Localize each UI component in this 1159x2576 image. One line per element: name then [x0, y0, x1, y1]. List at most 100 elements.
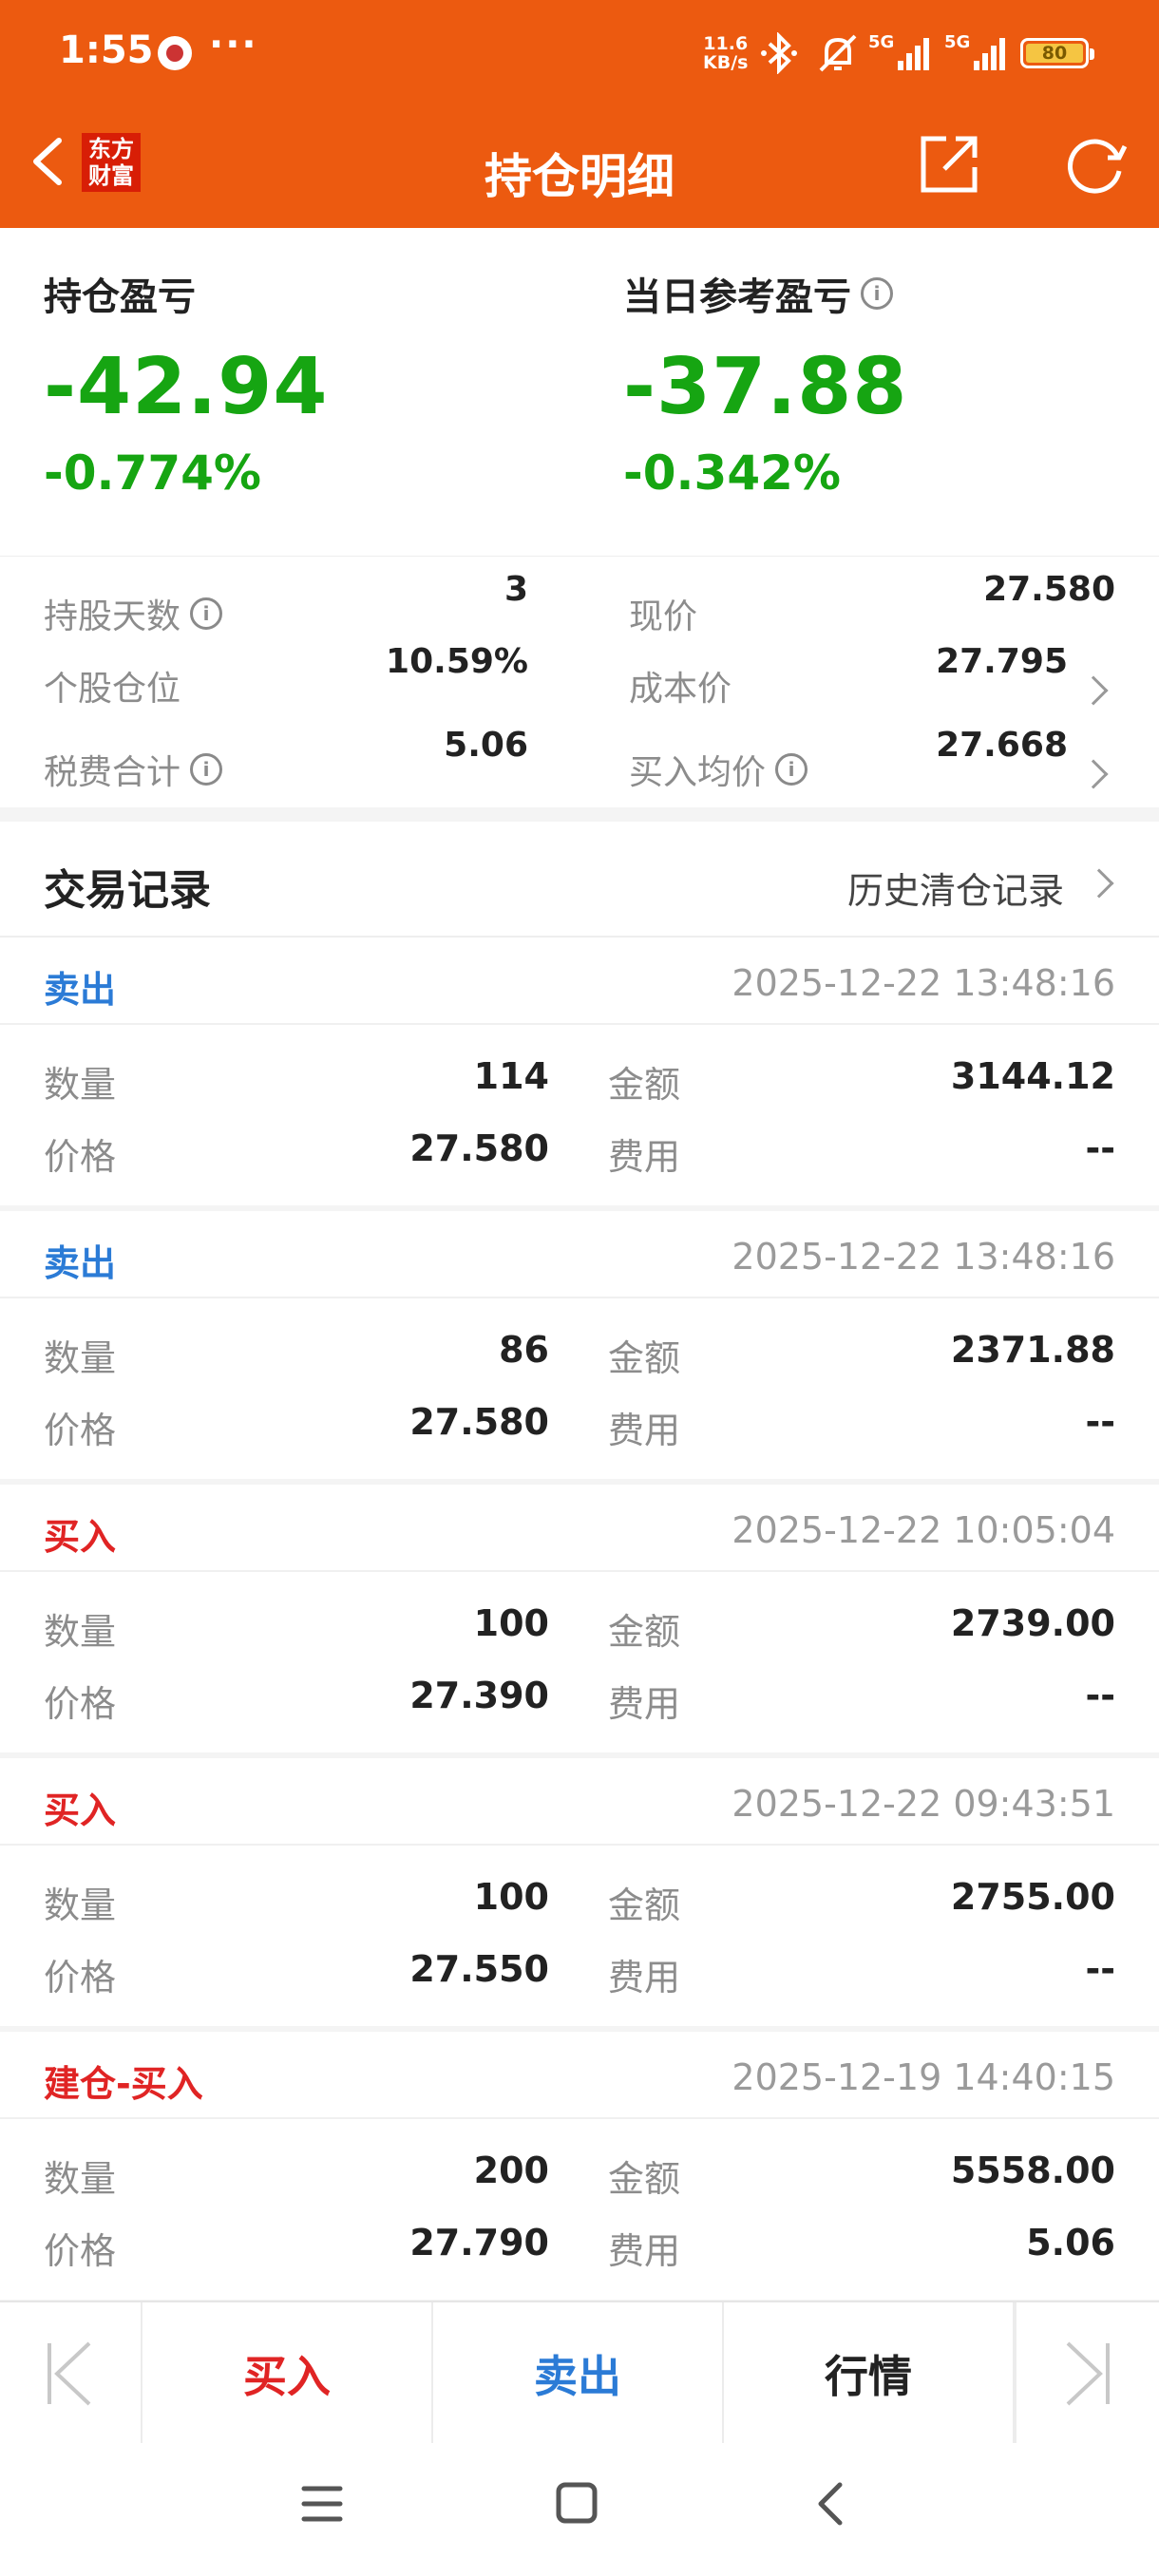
cost-price-row[interactable]: 成本价 — [629, 661, 732, 710]
trade-type: 建仓-买入 — [44, 2063, 203, 2105]
skip-previous-icon — [48, 2341, 91, 2406]
history-clear-link[interactable]: 历史清仓记录 — [847, 862, 1064, 914]
prev-stock-button[interactable] — [0, 2302, 142, 2445]
trade-time: 2025-12-22 13:48:16 — [732, 962, 1115, 1004]
net-speed-unit: KB/s — [703, 52, 749, 73]
sell-button[interactable]: 卖出 — [433, 2302, 724, 2445]
refresh-icon[interactable] — [1062, 133, 1130, 196]
price-value: 27.390 — [409, 1675, 549, 1716]
signal-2-icon: 5G — [944, 32, 1008, 70]
amount-label: 金额 — [608, 1611, 681, 1653]
trade-record-header: 卖出 2025-12-22 13:48:16 — [0, 1211, 1159, 1298]
status-time: 1:55 — [59, 28, 154, 72]
trade-record-header: 卖出 2025-12-22 13:48:16 — [0, 938, 1159, 1025]
price-label: 价格 — [44, 1957, 117, 1998]
fee-value: -- — [1085, 1948, 1115, 1990]
buy-button[interactable]: 买入 — [142, 2302, 433, 2445]
position-pl-value: -42.94 — [44, 342, 329, 432]
daily-pl-pct: -0.342% — [623, 445, 842, 501]
tax-fee-row: 税费合计 i — [44, 745, 223, 794]
amount-value: 2371.88 — [950, 1329, 1115, 1371]
avg-buy-row[interactable]: 买入均价 i — [629, 745, 808, 794]
trade-records-header: 交易记录 历史清仓记录 — [0, 822, 1159, 938]
qty-label: 数量 — [44, 1064, 117, 1106]
trade-time: 2025-12-22 09:43:51 — [732, 1783, 1115, 1825]
price-label: 价格 — [44, 1136, 117, 1178]
trade-type: 卖出 — [44, 969, 117, 1011]
amount-label: 金额 — [608, 1337, 681, 1379]
cost-price-label: 成本价 — [629, 670, 732, 709]
fee-label: 费用 — [608, 2230, 681, 2272]
amount-label: 金额 — [608, 1885, 681, 1926]
price-value: 27.580 — [409, 1401, 549, 1443]
navigation-bar: 东方 财富 持仓明细 — [0, 104, 1159, 228]
position-stats: 持股天数 i 3 个股仓位 10.59% 税费合计 i 5.06 现价 27.580… — [0, 556, 1159, 807]
qty-label: 数量 — [44, 1885, 117, 1926]
qty-value: 100 — [473, 1602, 549, 1644]
fee-value: -- — [1085, 1401, 1115, 1443]
amount-value: 3144.12 — [950, 1055, 1115, 1097]
amount-value: 2755.00 — [950, 1876, 1115, 1918]
qty-value: 114 — [473, 1055, 549, 1097]
net-speed-value: 11.6 — [703, 33, 749, 54]
trade-record: 买入 2025-12-22 09:43:51 数量 100 金额 2755.00… — [0, 1758, 1159, 2026]
hold-days-value: 3 — [504, 569, 528, 609]
trade-record-header: 建仓-买入 2025-12-19 14:40:15 — [0, 2032, 1159, 2119]
fee-value: 5.06 — [1026, 2222, 1115, 2263]
menu-icon[interactable] — [300, 2483, 344, 2525]
daily-pl-label-row: 当日参考盈亏 i — [623, 266, 907, 321]
position-pl-label: 持仓盈亏 — [44, 275, 196, 319]
price-label: 价格 — [44, 1683, 117, 1725]
current-price-row: 现价 — [629, 589, 697, 638]
chevron-right-icon[interactable] — [1078, 759, 1109, 789]
avg-buy-label: 买入均价 — [629, 753, 767, 792]
page-title: 持仓明细 — [484, 149, 674, 204]
tax-fee-value: 5.06 — [444, 725, 528, 765]
notification-icon — [158, 36, 192, 70]
chevron-right-icon[interactable] — [1084, 868, 1114, 899]
back-nav-icon[interactable] — [813, 2481, 847, 2527]
fee-value: -- — [1085, 1127, 1115, 1169]
qty-label: 数量 — [44, 2158, 117, 2200]
trade-record: 卖出 2025-12-22 13:48:16 数量 114 金额 3144.12… — [0, 938, 1159, 1205]
position-ratio-value: 10.59% — [386, 641, 528, 681]
info-icon[interactable]: i — [190, 597, 223, 630]
trade-list: 卖出 2025-12-22 13:48:16 数量 114 金额 3144.12… — [0, 938, 1159, 2300]
fee-label: 费用 — [608, 1683, 681, 1725]
price-label: 价格 — [44, 2230, 117, 2272]
trade-record: 建仓-买入 2025-12-19 14:40:15 数量 200 金额 5558… — [0, 2032, 1159, 2300]
fee-value: -- — [1085, 1675, 1115, 1716]
info-icon[interactable]: i — [190, 753, 223, 786]
fee-label: 费用 — [608, 1136, 681, 1178]
qty-value: 200 — [473, 2150, 549, 2191]
mute-icon — [819, 34, 857, 72]
share-icon[interactable] — [918, 133, 980, 196]
trade-type: 买入 — [44, 1516, 117, 1558]
position-ratio-row: 个股仓位 — [44, 661, 180, 710]
quote-button[interactable]: 行情 — [724, 2302, 1015, 2445]
network-speed: 11.6 KB/s — [703, 34, 748, 72]
info-icon[interactable]: i — [775, 753, 808, 786]
qty-label: 数量 — [44, 1611, 117, 1653]
more-notifications-icon: ··· — [209, 23, 258, 66]
info-icon[interactable]: i — [861, 277, 893, 310]
system-navigation-bar — [0, 2443, 1159, 2576]
position-pl-pct: -0.774% — [44, 445, 262, 501]
trade-type: 买入 — [44, 1790, 117, 1831]
amount-label: 金额 — [608, 1064, 681, 1106]
hold-days-row: 持股天数 i — [44, 589, 223, 638]
signal-1-label: 5G — [868, 32, 895, 52]
amount-value: 2739.00 — [950, 1602, 1115, 1644]
chevron-right-icon[interactable] — [1078, 675, 1109, 706]
status-bar: 1:55 ··· 11.6 KB/s 5G 5G 80 — [0, 0, 1159, 104]
trade-time: 2025-12-22 10:05:04 — [732, 1509, 1115, 1551]
trade-record-header: 买入 2025-12-22 10:05:04 — [0, 1485, 1159, 1572]
position-ratio-label: 个股仓位 — [44, 670, 181, 709]
current-price-value: 27.580 — [983, 569, 1115, 609]
tax-fee-label: 税费合计 — [44, 753, 181, 792]
bluetooth-icon — [761, 32, 797, 74]
home-icon[interactable] — [555, 2481, 598, 2525]
fee-label: 费用 — [608, 1957, 681, 1998]
qty-value: 86 — [499, 1329, 549, 1371]
next-stock-button[interactable] — [1015, 2302, 1157, 2445]
